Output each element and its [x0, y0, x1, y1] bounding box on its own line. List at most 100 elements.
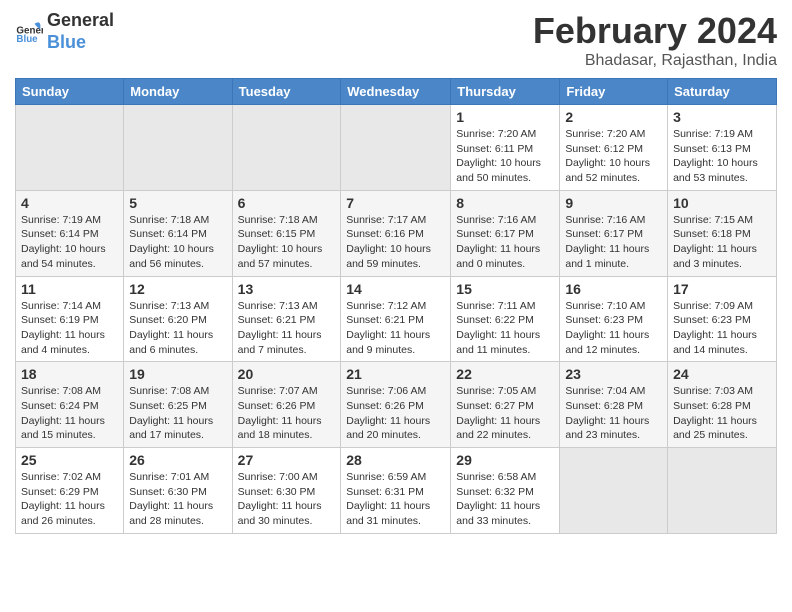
day-info: Sunrise: 7:20 AM Sunset: 6:11 PM Dayligh…	[456, 127, 554, 186]
day-info: Sunrise: 7:19 AM Sunset: 6:14 PM Dayligh…	[21, 213, 118, 272]
sunrise-label: Sunrise:	[346, 385, 385, 397]
daylight-label: Daylight:	[673, 157, 714, 169]
day-number: 17	[673, 281, 771, 297]
sunset-label: Sunset:	[21, 486, 57, 498]
calendar-day-cell: 13 Sunrise: 7:13 AM Sunset: 6:21 PM Dayl…	[232, 276, 341, 362]
sunset-label: Sunset:	[238, 228, 274, 240]
day-info: Sunrise: 7:12 AM Sunset: 6:21 PM Dayligh…	[346, 299, 445, 358]
daylight-label: Daylight:	[565, 157, 606, 169]
sunrise-label: Sunrise:	[129, 471, 168, 483]
day-number: 18	[21, 366, 118, 382]
logo-icon: General Blue	[15, 18, 43, 46]
daylight-label: Daylight:	[238, 329, 279, 341]
sunrise-label: Sunrise:	[456, 385, 495, 397]
sunrise-label: Sunrise:	[565, 128, 604, 140]
calendar-day-cell	[668, 448, 777, 534]
sunset-label: Sunset:	[673, 143, 709, 155]
calendar-week-row: 18 Sunrise: 7:08 AM Sunset: 6:24 PM Dayl…	[16, 362, 777, 448]
sunset-label: Sunset:	[238, 400, 274, 412]
calendar-day-cell: 5 Sunrise: 7:18 AM Sunset: 6:14 PM Dayli…	[124, 190, 232, 276]
daylight-label: Daylight:	[129, 243, 170, 255]
sunrise-label: Sunrise:	[238, 214, 277, 226]
weekday-header: Tuesday	[232, 79, 341, 105]
day-number: 12	[129, 281, 226, 297]
logo: General Blue General Blue	[15, 10, 114, 53]
sunrise-label: Sunrise:	[21, 214, 60, 226]
svg-text:Blue: Blue	[16, 33, 38, 44]
sunset-label: Sunset:	[673, 400, 709, 412]
day-info: Sunrise: 7:13 AM Sunset: 6:20 PM Dayligh…	[129, 299, 226, 358]
day-number: 27	[238, 452, 336, 468]
daylight-label: Daylight:	[346, 415, 387, 427]
location-subtitle: Bhadasar, Rajasthan, India	[533, 52, 777, 70]
calendar-day-cell: 26 Sunrise: 7:01 AM Sunset: 6:30 PM Dayl…	[124, 448, 232, 534]
day-info: Sunrise: 7:15 AM Sunset: 6:18 PM Dayligh…	[673, 213, 771, 272]
sunset-label: Sunset:	[129, 486, 165, 498]
sunset-label: Sunset:	[21, 400, 57, 412]
day-number: 11	[21, 281, 118, 297]
calendar-day-cell: 11 Sunrise: 7:14 AM Sunset: 6:19 PM Dayl…	[16, 276, 124, 362]
daylight-label: Daylight:	[21, 415, 62, 427]
calendar-day-cell: 2 Sunrise: 7:20 AM Sunset: 6:12 PM Dayli…	[560, 105, 668, 191]
day-info: Sunrise: 7:03 AM Sunset: 6:28 PM Dayligh…	[673, 384, 771, 443]
day-number: 9	[565, 195, 662, 211]
day-number: 22	[456, 366, 554, 382]
day-number: 15	[456, 281, 554, 297]
day-info: Sunrise: 7:19 AM Sunset: 6:13 PM Dayligh…	[673, 127, 771, 186]
sunset-label: Sunset:	[565, 143, 601, 155]
sunset-label: Sunset:	[21, 314, 57, 326]
day-info: Sunrise: 7:11 AM Sunset: 6:22 PM Dayligh…	[456, 299, 554, 358]
daylight-label: Daylight:	[456, 157, 497, 169]
sunrise-label: Sunrise:	[456, 471, 495, 483]
calendar-day-cell: 27 Sunrise: 7:00 AM Sunset: 6:30 PM Dayl…	[232, 448, 341, 534]
day-number: 26	[129, 452, 226, 468]
sunset-label: Sunset:	[129, 228, 165, 240]
sunset-label: Sunset:	[21, 228, 57, 240]
calendar-day-cell: 12 Sunrise: 7:13 AM Sunset: 6:20 PM Dayl…	[124, 276, 232, 362]
day-info: Sunrise: 7:05 AM Sunset: 6:27 PM Dayligh…	[456, 384, 554, 443]
day-number: 24	[673, 366, 771, 382]
calendar-day-cell	[232, 105, 341, 191]
day-info: Sunrise: 6:59 AM Sunset: 6:31 PM Dayligh…	[346, 470, 445, 529]
calendar-day-cell: 19 Sunrise: 7:08 AM Sunset: 6:25 PM Dayl…	[124, 362, 232, 448]
day-number: 13	[238, 281, 336, 297]
daylight-label: Daylight:	[238, 500, 279, 512]
day-info: Sunrise: 7:01 AM Sunset: 6:30 PM Dayligh…	[129, 470, 226, 529]
sunset-label: Sunset:	[346, 314, 382, 326]
weekday-header: Friday	[560, 79, 668, 105]
sunset-label: Sunset:	[238, 486, 274, 498]
day-number: 25	[21, 452, 118, 468]
sunset-label: Sunset:	[673, 314, 709, 326]
sunset-label: Sunset:	[565, 400, 601, 412]
sunrise-label: Sunrise:	[456, 128, 495, 140]
daylight-label: Daylight:	[565, 329, 606, 341]
calendar-day-cell: 25 Sunrise: 7:02 AM Sunset: 6:29 PM Dayl…	[16, 448, 124, 534]
day-info: Sunrise: 7:00 AM Sunset: 6:30 PM Dayligh…	[238, 470, 336, 529]
day-info: Sunrise: 6:58 AM Sunset: 6:32 PM Dayligh…	[456, 470, 554, 529]
calendar-day-cell	[341, 105, 451, 191]
day-info: Sunrise: 7:13 AM Sunset: 6:21 PM Dayligh…	[238, 299, 336, 358]
sunset-label: Sunset:	[565, 228, 601, 240]
calendar-day-cell: 14 Sunrise: 7:12 AM Sunset: 6:21 PM Dayl…	[341, 276, 451, 362]
day-info: Sunrise: 7:06 AM Sunset: 6:26 PM Dayligh…	[346, 384, 445, 443]
sunrise-label: Sunrise:	[129, 385, 168, 397]
daylight-label: Daylight:	[456, 243, 497, 255]
calendar-day-cell: 17 Sunrise: 7:09 AM Sunset: 6:23 PM Dayl…	[668, 276, 777, 362]
month-title: February 2024	[533, 10, 777, 52]
logo-general: General	[47, 10, 114, 32]
sunrise-label: Sunrise:	[673, 128, 712, 140]
day-info: Sunrise: 7:09 AM Sunset: 6:23 PM Dayligh…	[673, 299, 771, 358]
day-number: 7	[346, 195, 445, 211]
weekday-header: Saturday	[668, 79, 777, 105]
calendar-day-cell: 9 Sunrise: 7:16 AM Sunset: 6:17 PM Dayli…	[560, 190, 668, 276]
day-number: 8	[456, 195, 554, 211]
sunrise-label: Sunrise:	[129, 300, 168, 312]
sunset-label: Sunset:	[346, 228, 382, 240]
day-number: 28	[346, 452, 445, 468]
sunset-label: Sunset:	[456, 486, 492, 498]
day-number: 23	[565, 366, 662, 382]
calendar-week-row: 25 Sunrise: 7:02 AM Sunset: 6:29 PM Dayl…	[16, 448, 777, 534]
sunrise-label: Sunrise:	[673, 214, 712, 226]
sunrise-label: Sunrise:	[346, 214, 385, 226]
sunset-label: Sunset:	[238, 314, 274, 326]
